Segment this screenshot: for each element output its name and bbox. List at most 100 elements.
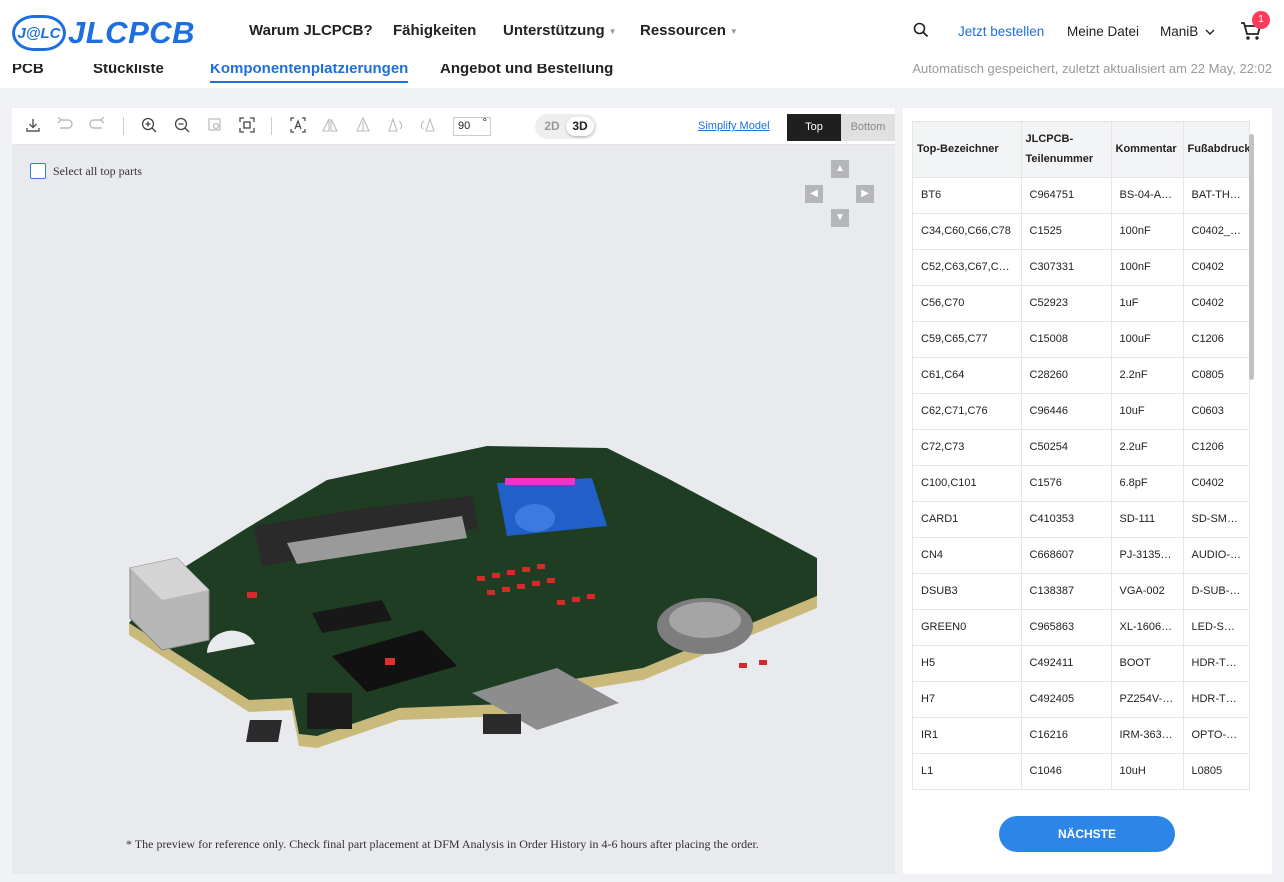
- view-mode-2d[interactable]: 2D: [538, 117, 566, 136]
- table-row[interactable]: H5 C492411 BOOT HDR-TH_…: [913, 645, 1249, 682]
- cell-footprint: C0603: [1183, 393, 1249, 430]
- simplify-model-link[interactable]: Simplify Model: [698, 120, 770, 132]
- cell-comment: 10uH: [1111, 753, 1184, 789]
- table-header-row: Top-Bezeichner JLCPCB-Teilenummer Kommen…: [913, 122, 1249, 178]
- view-mode-3d[interactable]: 3D: [566, 117, 594, 136]
- search-icon[interactable]: [913, 22, 929, 41]
- table-row[interactable]: C56,C70 C52923 1uF C0402: [913, 285, 1249, 322]
- flip-vertical-icon[interactable]: [354, 116, 372, 135]
- parts-table: Top-Bezeichner JLCPCB-Teilenummer Kommen…: [913, 122, 1249, 789]
- pcb-3d-viewer[interactable]: 90 ° 2D 3D Simplify Model Top Bottom Sel…: [12, 108, 895, 874]
- cell-designator: C56,C70: [913, 285, 1022, 322]
- pcb-3d-model[interactable]: [127, 368, 817, 748]
- caret-down-icon: ▼: [608, 26, 617, 36]
- parts-table-container[interactable]: Top-Bezeichner JLCPCB-Teilenummer Kommen…: [912, 121, 1250, 790]
- cell-footprint: LED-SMD…: [1183, 609, 1249, 646]
- table-row[interactable]: L1 C1046 10uH L0805: [913, 753, 1249, 789]
- fit-view-icon[interactable]: [238, 117, 256, 135]
- cell-comment: 1uF: [1111, 285, 1184, 322]
- cell-comment: XL-1606…: [1111, 609, 1184, 646]
- text-select-icon[interactable]: [289, 117, 307, 135]
- pan-up-icon[interactable]: ▲: [831, 160, 849, 178]
- rotate-right-icon[interactable]: [419, 117, 437, 135]
- cell-footprint: D-SUB-T…: [1183, 573, 1249, 610]
- cell-comment: SD-111: [1111, 501, 1184, 538]
- next-button[interactable]: NÄCHSTE: [999, 816, 1175, 852]
- download-icon[interactable]: [24, 117, 42, 135]
- table-row[interactable]: DSUB3 C138387 VGA-002 D-SUB-T…: [913, 573, 1249, 610]
- nav-item-capabilities[interactable]: Fähigkeiten: [393, 22, 476, 39]
- table-row[interactable]: BT6 C964751 BS-04-A1… BAT-TH_…: [913, 177, 1249, 214]
- cell-designator: C100,C101: [913, 465, 1022, 502]
- cell-footprint: C1206: [1183, 429, 1249, 466]
- table-row[interactable]: C100,C101 C1576 6.8pF C0402: [913, 465, 1249, 502]
- cell-part-number: C15008: [1021, 321, 1112, 358]
- cell-part-number: C52923: [1021, 285, 1112, 322]
- tab-bom[interactable]: Stückliste: [93, 64, 164, 77]
- cell-part-number: C668607: [1021, 537, 1112, 574]
- tab-pcb[interactable]: PCB: [12, 64, 44, 77]
- pan-right-icon[interactable]: ▶: [856, 185, 874, 203]
- cell-comment: BOOT: [1111, 645, 1184, 682]
- select-all-checkbox[interactable]: [30, 163, 46, 179]
- cell-comment: 2.2nF: [1111, 357, 1184, 394]
- table-row[interactable]: C62,C71,C76 C96446 10uF C0603: [913, 393, 1249, 430]
- cell-designator: BT6: [913, 177, 1022, 214]
- cell-footprint: HDR-TH_…: [1183, 681, 1249, 718]
- cell-designator: C59,C65,C77: [913, 321, 1022, 358]
- autosave-status: Automatisch gespeichert, zuletzt aktuali…: [912, 64, 1272, 76]
- redo-icon[interactable]: [88, 116, 106, 135]
- logo-text: JLCPCB: [68, 15, 196, 50]
- side-top-button[interactable]: Top: [787, 114, 841, 141]
- jlcpcb-logo[interactable]: J@LC JLCPCB: [12, 14, 195, 52]
- select-all-top-parts[interactable]: Select all top parts: [30, 163, 142, 179]
- cell-part-number: C964751: [1021, 177, 1112, 214]
- my-files-link[interactable]: Meine Datei: [1067, 24, 1139, 39]
- nav-item-resources[interactable]: Ressourcen ▼: [640, 22, 738, 39]
- cell-part-number: C965863: [1021, 609, 1112, 646]
- cell-designator: GREEN0: [913, 609, 1022, 646]
- top-navigation-bar: J@LC JLCPCB Warum JLCPCB? Fähigkeiten Un…: [0, 0, 1284, 64]
- cell-comment: 2.2uF: [1111, 429, 1184, 466]
- order-now-link[interactable]: Jetzt bestellen: [958, 24, 1044, 39]
- tab-component-placement[interactable]: Komponentenplatzierungen: [210, 64, 409, 83]
- pan-down-icon[interactable]: ▼: [831, 209, 849, 227]
- flip-horizontal-icon[interactable]: [321, 117, 339, 135]
- table-row[interactable]: C59,C65,C77 C15008 100uF C1206: [913, 321, 1249, 358]
- cell-footprint: AUDIO-T…: [1183, 537, 1249, 574]
- table-row[interactable]: C52,C63,C67,C6… C307331 100nF C0402: [913, 249, 1249, 286]
- cell-footprint: BAT-TH_…: [1183, 177, 1249, 214]
- zoom-in-icon[interactable]: [140, 117, 158, 135]
- undo-icon[interactable]: [56, 116, 74, 135]
- table-row[interactable]: GREEN0 C965863 XL-1606… LED-SMD…: [913, 609, 1249, 646]
- table-row[interactable]: C72,C73 C50254 2.2uF C1206: [913, 429, 1249, 466]
- rotate-left-icon[interactable]: [386, 117, 404, 135]
- cell-designator: CN4: [913, 537, 1022, 574]
- cell-footprint: C1206: [1183, 321, 1249, 358]
- cell-footprint: C0402: [1183, 285, 1249, 322]
- cell-comment: PZ254V-…: [1111, 681, 1184, 718]
- col-header-part-number: JLCPCB-Teilenummer: [1021, 122, 1112, 178]
- table-row[interactable]: CN4 C668607 PJ-3135J… AUDIO-T…: [913, 537, 1249, 574]
- nav-item-support[interactable]: Unterstützung ▼: [503, 22, 617, 39]
- battery-cell: [669, 602, 741, 638]
- toolbar-divider: [123, 117, 124, 135]
- cell-part-number: C1046: [1021, 753, 1112, 789]
- table-row[interactable]: IR1 C16216 IRM-363… OPTO-T…: [913, 717, 1249, 754]
- pan-left-icon[interactable]: ◀: [805, 185, 823, 203]
- table-scrollbar[interactable]: [1249, 134, 1254, 380]
- tab-quote-order[interactable]: Angebot und Bestellung: [440, 64, 613, 77]
- cell-part-number: C410353: [1021, 501, 1112, 538]
- table-row[interactable]: C61,C64 C28260 2.2nF C0805: [913, 357, 1249, 394]
- zoom-out-icon[interactable]: [173, 117, 191, 135]
- user-menu[interactable]: ManiB: [1160, 24, 1215, 39]
- rotation-angle-input[interactable]: 90 °: [453, 117, 491, 136]
- table-row[interactable]: C34,C60,C66,C78 C1525 100nF C0402_N…: [913, 213, 1249, 250]
- degree-symbol: °: [482, 117, 487, 129]
- table-row[interactable]: CARD1 C410353 SD-111 SD-SMD_…: [913, 501, 1249, 538]
- cell-comment: 100nF: [1111, 249, 1184, 286]
- nav-item-why-jlcpcb[interactable]: Warum JLCPCB?: [249, 22, 373, 39]
- zoom-area-icon[interactable]: [206, 117, 224, 135]
- table-row[interactable]: H7 C492405 PZ254V-… HDR-TH_…: [913, 681, 1249, 718]
- side-bottom-button[interactable]: Bottom: [841, 114, 895, 141]
